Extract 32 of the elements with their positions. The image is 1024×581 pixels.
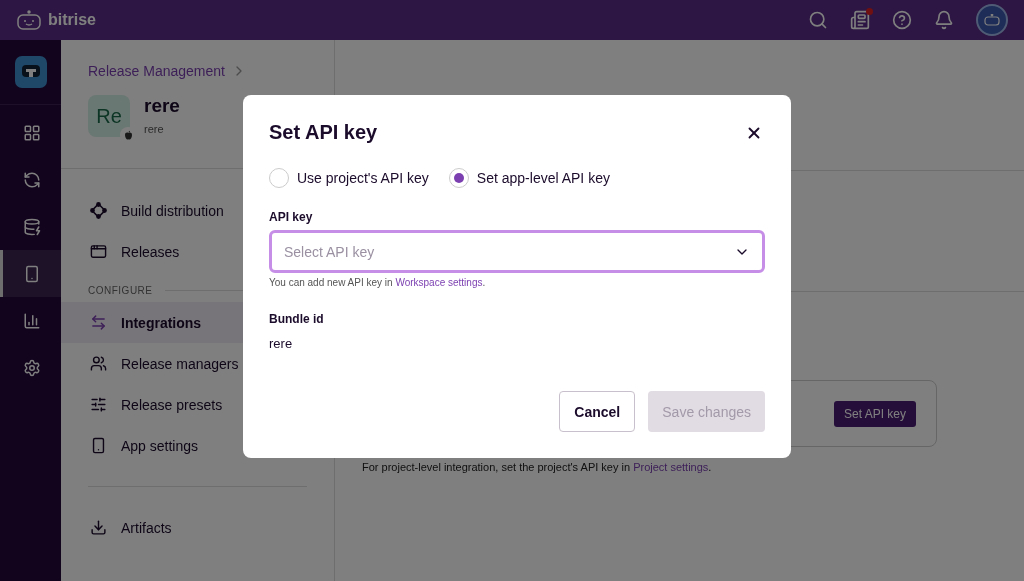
search-icon[interactable] bbox=[808, 10, 828, 30]
news-icon[interactable] bbox=[850, 10, 870, 30]
integration-note: For project-level integration, set the project's API key in Project settings. bbox=[362, 461, 713, 473]
radio-option[interactable]: Use project's API key bbox=[269, 168, 429, 188]
sliders-icon bbox=[90, 396, 107, 413]
help-text: You can add new API key in Workspace settings. bbox=[269, 277, 487, 288]
radio-option[interactable]: Set app-level API key bbox=[448, 168, 610, 188]
section-label: CONFIGURE bbox=[88, 285, 153, 296]
users-icon bbox=[90, 355, 107, 372]
brand-name: bitrise bbox=[48, 11, 96, 29]
phone-icon bbox=[90, 437, 107, 454]
field-label: API key bbox=[269, 210, 314, 224]
cancel-button[interactable]: Cancel bbox=[559, 391, 636, 432]
phone-icon[interactable] bbox=[0, 250, 61, 297]
download-icon bbox=[90, 519, 107, 536]
app-subtitle: rere bbox=[144, 123, 165, 135]
avatar-icon[interactable] bbox=[976, 4, 1008, 36]
api-key-select[interactable]: Select API key bbox=[269, 230, 765, 273]
help-icon[interactable] bbox=[892, 10, 912, 30]
set-api-key-button[interactable]: Set API key bbox=[833, 400, 916, 427]
nav-item[interactable]: App settings bbox=[61, 425, 334, 466]
field-label: Bundle id bbox=[269, 312, 325, 326]
bell-icon[interactable] bbox=[934, 10, 954, 30]
diamond-icon bbox=[90, 202, 107, 219]
robot-logo-icon bbox=[16, 10, 42, 30]
nav-item[interactable]: Artifacts bbox=[61, 507, 334, 548]
app-name: rere bbox=[144, 95, 180, 117]
arrows-icon bbox=[90, 314, 107, 331]
dialog-title: Set API key bbox=[269, 121, 378, 144]
nav-item[interactable]: Release presets bbox=[61, 384, 334, 425]
breadcrumb-link[interactable]: Release Management bbox=[88, 63, 225, 79]
app-logo-icon[interactable] bbox=[13, 55, 48, 89]
